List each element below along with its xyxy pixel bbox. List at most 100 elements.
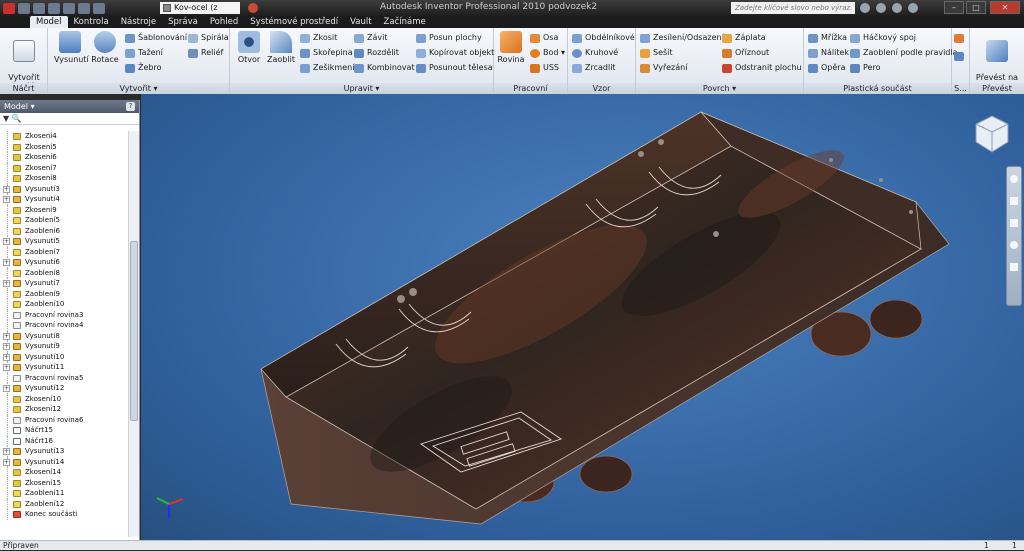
spirala-button[interactable]: Spirála: [188, 32, 229, 44]
select-icon[interactable]: [93, 2, 105, 14]
material-combo[interactable]: Kov-ocel (z: [160, 2, 240, 14]
expand-toggle[interactable]: +: [3, 385, 10, 392]
obdelnikove-button[interactable]: Obdélníkové: [572, 32, 635, 44]
tree-item[interactable]: Náčrt16: [0, 435, 127, 446]
tazeni-button[interactable]: Tažení: [125, 47, 163, 59]
expand-toggle[interactable]: +: [3, 458, 10, 466]
maximize-button[interactable]: □: [966, 1, 986, 14]
sesit-button[interactable]: Sešít: [640, 47, 673, 59]
app-menu-icon[interactable]: [3, 2, 15, 14]
viewcube-icon[interactable]: [974, 114, 1010, 154]
zoom-icon[interactable]: [1010, 219, 1018, 227]
pero-button[interactable]: Pero: [850, 62, 880, 74]
tree-item[interactable]: Zkosení15: [0, 477, 127, 488]
s-tool-1-button[interactable]: [954, 32, 966, 44]
create-2d-sketch-button[interactable]: Vytvořit 2D náčrt: [4, 31, 44, 91]
tree-item[interactable]: + Vysunutí11: [0, 362, 127, 373]
tree-item[interactable]: + Vysunutí7: [0, 278, 127, 289]
uss-button[interactable]: USS: [530, 62, 559, 74]
otvor-button[interactable]: Otvor: [234, 31, 264, 64]
expand-toggle[interactable]: +: [3, 353, 10, 361]
browser-help-button[interactable]: ?: [126, 102, 135, 111]
tree-item[interactable]: Zaoblení6: [0, 225, 127, 236]
relief-button[interactable]: Reliéf: [188, 47, 223, 59]
posun-plochy-button[interactable]: Posun plochy: [416, 32, 482, 44]
rotace-button[interactable]: Rotace: [90, 31, 120, 64]
look-at-icon[interactable]: [1010, 263, 1018, 271]
zaoblit-button[interactable]: Zaoblit: [266, 31, 296, 64]
vysunuti-button[interactable]: Vysunutí: [54, 31, 89, 64]
tree-item[interactable]: + Vysunutí5: [0, 236, 127, 247]
tree-item[interactable]: + Vysunutí6: [0, 257, 127, 268]
expand-toggle[interactable]: +: [3, 185, 10, 193]
help-icon[interactable]: [908, 3, 918, 13]
kombinovat-button[interactable]: Kombinovat: [354, 62, 415, 74]
tab-systemove-prostredi[interactable]: Systémové prostředí: [244, 16, 344, 28]
tab-zaciname[interactable]: Začínáme: [378, 16, 432, 28]
zrcadlit-button[interactable]: Zrcadlit: [572, 62, 616, 74]
subscription-icon[interactable]: [876, 3, 886, 13]
sablonovani-button[interactable]: Šablonování: [125, 32, 187, 44]
search-icon[interactable]: [860, 3, 870, 13]
expand-toggle[interactable]: +: [3, 343, 10, 350]
zeslimeni-button[interactable]: Zešikmení: [300, 62, 354, 74]
search-input[interactable]: Zadejte klíčové slovo nebo výraz.: [731, 2, 855, 14]
browser-scrollbar[interactable]: [128, 131, 139, 537]
oriznout-button[interactable]: Oříznout: [722, 47, 769, 59]
tree-item[interactable]: Pracovní rovina6: [0, 414, 127, 425]
tree-item[interactable]: Pracovní rovina4: [0, 320, 127, 331]
tree-item[interactable]: Zkosení4: [0, 131, 127, 142]
odstranit-plochu-button[interactable]: Odstranit plochu: [722, 62, 802, 74]
orbit-icon[interactable]: [1010, 241, 1018, 249]
skorepina-button[interactable]: Skořepina: [300, 47, 353, 59]
posunout-telesa-button[interactable]: Posunout tělesa: [416, 62, 493, 74]
undo-icon[interactable]: [63, 2, 75, 14]
natik-button[interactable]: Nálitek: [808, 47, 849, 59]
zaobleni-podle-pravidla-button[interactable]: Zaoblení podle pravidla: [850, 47, 958, 59]
tree-item[interactable]: Zaoblení12: [0, 498, 127, 509]
tree-item[interactable]: Zkosení7: [0, 162, 127, 173]
tree-item[interactable]: + Vysunutí9: [0, 341, 127, 352]
close-button[interactable]: ✕: [990, 1, 1020, 14]
tree-item[interactable]: + Vysunutí12: [0, 383, 127, 394]
tab-pohled[interactable]: Pohled: [204, 16, 244, 28]
expand-toggle[interactable]: +: [3, 332, 10, 340]
tree-item[interactable]: + Vysunutí13: [0, 446, 127, 457]
tree-item[interactable]: + Vysunutí8: [0, 330, 127, 341]
scroll-thumb[interactable]: [130, 241, 138, 421]
tree-item[interactable]: Zkosení5: [0, 141, 127, 152]
browser-toolbar[interactable]: ▼ 🔍: [0, 113, 139, 125]
tab-vault[interactable]: Vault: [344, 16, 377, 28]
tree-item[interactable]: Pracovní rovina5: [0, 372, 127, 383]
tree-item[interactable]: Zkosení9: [0, 204, 127, 215]
browser-header[interactable]: Model ▾ ?: [0, 100, 139, 113]
tree-item[interactable]: Zaoblení5: [0, 215, 127, 226]
tab-nastroje[interactable]: Nástroje: [115, 16, 162, 28]
steering-wheel-icon[interactable]: [1010, 175, 1018, 183]
tree-item[interactable]: Zaoblení10: [0, 299, 127, 310]
tree-item[interactable]: Zkosení12: [0, 404, 127, 415]
redo-icon[interactable]: [78, 2, 90, 14]
appearance-icon[interactable]: [248, 3, 258, 13]
navigation-bar[interactable]: [1006, 166, 1022, 306]
prevest-na-plech-button[interactable]: Převést na plech: [974, 31, 1020, 91]
tree-item[interactable]: Zkosení8: [0, 173, 127, 184]
tab-sprava[interactable]: Správa: [162, 16, 204, 28]
expand-toggle[interactable]: +: [3, 238, 10, 245]
hackovy-spoj-button[interactable]: Háčkový spoj: [850, 32, 916, 44]
zaplata-button[interactable]: Záplata: [722, 32, 766, 44]
tree-item[interactable]: + Vysunutí10: [0, 351, 127, 362]
tree-item[interactable]: Zkosení10: [0, 393, 127, 404]
tree-item[interactable]: + Vysunutí14: [0, 456, 127, 467]
tree-item[interactable]: Zaoblení7: [0, 246, 127, 257]
expand-toggle[interactable]: +: [3, 448, 10, 455]
zesileni-odsazeni-button[interactable]: Zesílení/Odsazení: [640, 32, 724, 44]
rozdelit-button[interactable]: Rozdělit: [354, 47, 399, 59]
kruhove-button[interactable]: Kruhové: [572, 47, 618, 59]
pan-icon[interactable]: [1010, 197, 1018, 205]
tree-item[interactable]: Konec součásti: [0, 509, 127, 520]
tree-item[interactable]: Zkosení6: [0, 152, 127, 163]
tree-item[interactable]: + Vysunutí4: [0, 194, 127, 205]
expand-toggle[interactable]: +: [3, 196, 10, 203]
save-icon[interactable]: [48, 2, 60, 14]
